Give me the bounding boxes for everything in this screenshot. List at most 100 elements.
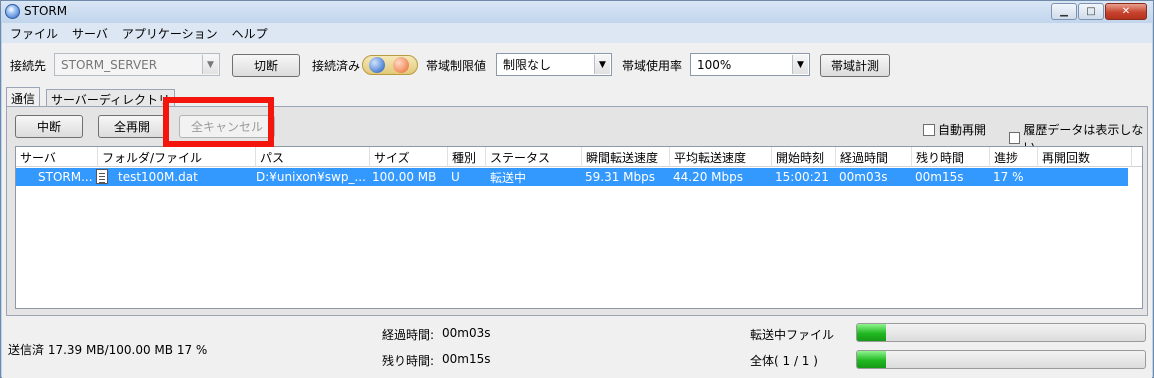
menu-server[interactable]: サーバ <box>72 25 108 42</box>
planet-orange-icon <box>393 57 409 73</box>
bandwidth-limit-value: 制限なし <box>503 58 552 72</box>
cell-path: D:¥unixon¥swp_... <box>256 170 366 184</box>
elapsed-time-value: 00m03s <box>442 326 491 340</box>
column-header-folder-file[interactable]: フォルダ/ファイル <box>98 147 256 167</box>
cell-instant-speed: 59.31 Mbps <box>585 170 656 184</box>
disconnect-button[interactable]: 切断 <box>232 54 300 77</box>
column-header-label: 平均転送速度 <box>674 150 747 165</box>
cell-status: 転送中 <box>490 170 527 185</box>
measure-bandwidth-label: 帯域計測 <box>830 59 879 73</box>
status-area: 送信済 17.39 MB/100.00 MB 17 % 経過時間: 00m03s… <box>2 317 1152 377</box>
column-header-label: 再開回数 <box>1042 150 1091 165</box>
pause-button-label: 中断 <box>36 120 61 134</box>
cell-elapsed: 00m03s <box>839 170 888 184</box>
remaining-time-value: 00m15s <box>442 352 491 366</box>
window-controls: ▁ □ ✕ <box>1051 3 1147 20</box>
column-header-label: 開始時刻 <box>776 150 825 165</box>
column-header-status[interactable]: ステータス <box>486 147 582 167</box>
resume-all-button[interactable]: 全再開 <box>98 115 166 138</box>
column-header-progress[interactable]: 進捗 <box>990 147 1038 167</box>
maximize-button[interactable]: □ <box>1078 3 1104 20</box>
column-header-avg-speed[interactable]: 平均転送速度 <box>670 147 772 167</box>
close-button[interactable]: ✕ <box>1105 3 1147 20</box>
cell-start-time: 15:00:21 <box>775 170 829 184</box>
menu-application[interactable]: アプリケーション <box>122 25 218 42</box>
chevron-down-icon: ▼ <box>594 55 610 74</box>
column-header-path[interactable]: パス <box>256 147 370 167</box>
minimize-icon: ▁ <box>1060 6 1068 17</box>
auto-resume-label: 自動再開 <box>938 123 987 137</box>
resume-all-button-label: 全再開 <box>113 120 150 134</box>
file-progress-fill <box>857 324 886 341</box>
chevron-down-icon: ▼ <box>792 55 808 74</box>
column-header-label: 経過時間 <box>840 150 889 165</box>
connected-status-icon <box>362 55 418 75</box>
tab-transfer[interactable]: 通信 <box>6 87 41 108</box>
remaining-time-label: 残り時間: <box>382 354 435 368</box>
app-window: STORM ▁ □ ✕ ファイル サーバ アプリケーション ヘルプ 接続先 ST… <box>0 0 1154 378</box>
column-header-instant-speed[interactable]: 瞬間転送速度 <box>582 147 670 167</box>
minimize-button[interactable]: ▁ <box>1051 3 1077 20</box>
cell-file: test100M.dat <box>118 170 198 184</box>
cell-size: 100.00 MB <box>372 170 437 184</box>
column-header-restarts[interactable]: 再開回数 <box>1038 147 1132 167</box>
menu-help[interactable]: ヘルプ <box>232 25 268 42</box>
bandwidth-usage-value: 100% <box>697 57 732 72</box>
total-label: 全体( 1 / 1 ) <box>750 354 818 368</box>
auto-resume-checkbox-box[interactable] <box>923 123 935 136</box>
cancel-all-highlight-box <box>163 97 274 147</box>
column-header-label: 種別 <box>452 150 477 165</box>
menu-file[interactable]: ファイル <box>10 25 58 42</box>
column-header-size[interactable]: サイズ <box>370 147 448 167</box>
close-icon: ✕ <box>1121 6 1131 17</box>
cell-restarts <box>1041 168 1127 186</box>
planet-blue-icon <box>369 57 385 73</box>
table-header: サーバ フォルダ/ファイル パス サイズ 種別 ステータス 瞬間転送速度 平均転… <box>16 147 1142 167</box>
connection-label: 接続先 <box>10 59 47 73</box>
column-header-label: パス <box>260 150 285 165</box>
column-header-start-time[interactable]: 開始時刻 <box>772 147 836 167</box>
title-bar: STORM ▁ □ ✕ <box>1 1 1153 23</box>
cell-type: U <box>451 170 460 184</box>
menu-bar: ファイル サーバ アプリケーション ヘルプ <box>2 23 1152 43</box>
column-header-label: ステータス <box>490 150 551 165</box>
bandwidth-usage-label: 帯域使用率 <box>622 59 683 73</box>
column-header-remaining[interactable]: 残り時間 <box>912 147 990 167</box>
column-header-type[interactable]: 種別 <box>448 147 486 167</box>
column-header-label: 瞬間転送速度 <box>586 150 659 165</box>
table-row[interactable]: STORM... test100M.dat D:¥unixon¥swp_... … <box>16 168 1128 186</box>
server-select[interactable]: STORM_SERVER ▼ <box>54 53 220 76</box>
window-title: STORM <box>24 4 68 18</box>
cell-server: STORM... <box>38 170 93 184</box>
hide-history-checkbox-box[interactable] <box>1009 132 1021 144</box>
elapsed-time-label: 経過時間: <box>382 328 435 342</box>
storm-app-icon <box>5 4 20 19</box>
connection-status-label: 接続済み <box>312 59 361 73</box>
tab-transfer-label: 通信 <box>11 91 36 106</box>
column-header-label: サーバ <box>20 150 56 165</box>
server-select-value: STORM_SERVER <box>61 57 158 72</box>
column-header-elapsed[interactable]: 経過時間 <box>836 147 912 167</box>
sent-status-text: 送信済 17.39 MB/100.00 MB 17 % <box>8 343 208 357</box>
column-header-server[interactable]: サーバ <box>16 147 98 167</box>
main-panel: 接続先 STORM_SERVER ▼ 切断 接続済み 帯域制限値 制限なし ▼ … <box>2 43 1152 378</box>
auto-resume-checkbox[interactable]: 自動再開 <box>923 121 986 138</box>
pause-button[interactable]: 中断 <box>15 115 83 138</box>
disconnect-button-label: 切断 <box>253 59 278 73</box>
file-icon <box>96 169 108 184</box>
file-progress-bar <box>856 323 1146 342</box>
column-header-label: 残り時間 <box>916 150 965 165</box>
cell-progress: 17 % <box>993 170 1024 184</box>
column-header-label: フォルダ/ファイル <box>102 150 203 165</box>
cell-remaining: 00m15s <box>915 170 964 184</box>
column-header-label: サイズ <box>374 150 410 165</box>
maximize-icon: □ <box>1086 6 1096 17</box>
bandwidth-usage-select[interactable]: 100% ▼ <box>690 53 810 76</box>
bandwidth-limit-select[interactable]: 制限なし ▼ <box>496 53 612 76</box>
transferring-file-label: 転送中ファイル <box>750 328 835 342</box>
bandwidth-limit-label: 帯域制限値 <box>426 59 487 73</box>
measure-bandwidth-button[interactable]: 帯域計測 <box>820 54 890 77</box>
chevron-down-icon: ▼ <box>202 55 218 74</box>
cell-avg-speed: 44.20 Mbps <box>673 170 744 184</box>
column-header-label: 進捗 <box>994 150 1019 165</box>
